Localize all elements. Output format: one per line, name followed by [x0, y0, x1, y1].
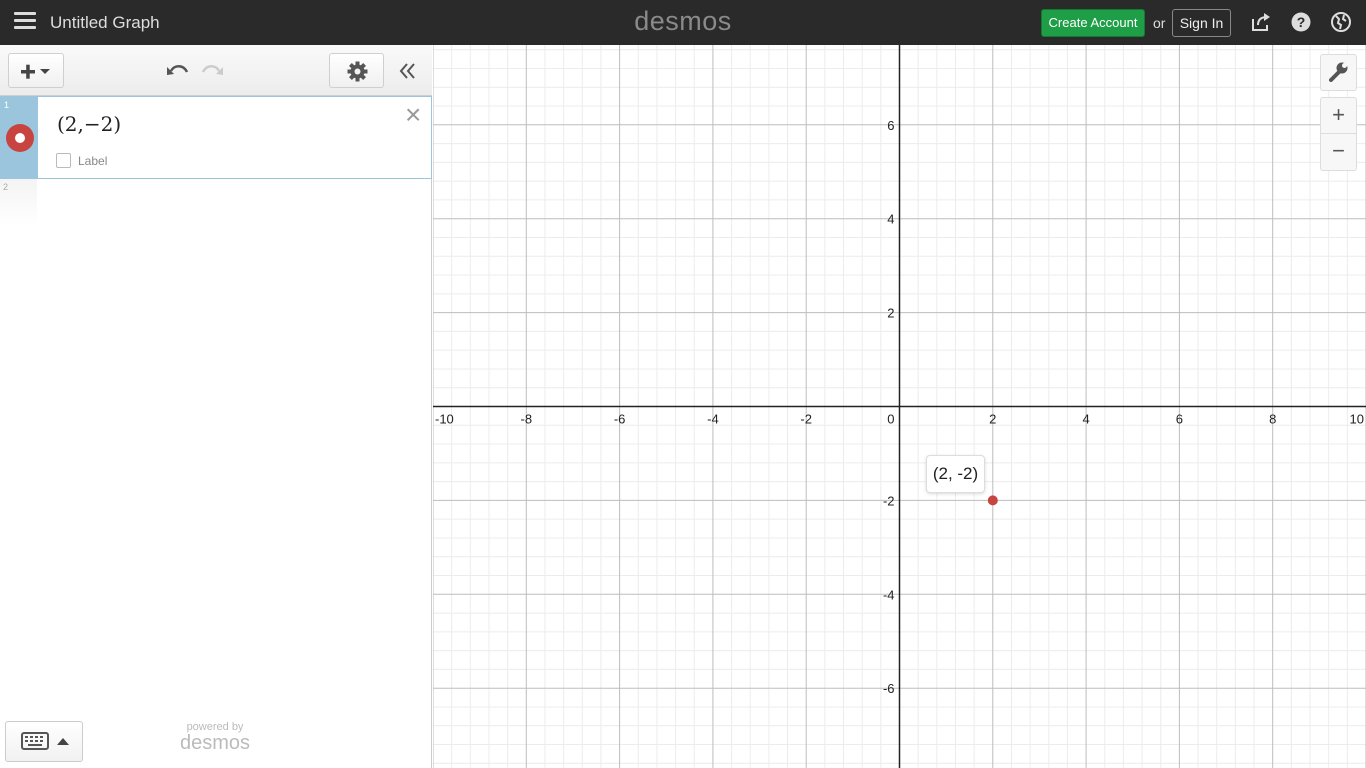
x-tick-label: 8: [1269, 412, 1276, 427]
expression-item[interactable]: 1 (2,−2) × Label: [0, 96, 432, 179]
graph-title[interactable]: Untitled Graph: [50, 13, 160, 33]
chevron-down-icon: [40, 69, 50, 74]
expression-index: 1: [4, 100, 10, 110]
zoom-out-button[interactable]: −: [1320, 134, 1357, 171]
x-tick-label: 2: [989, 412, 996, 427]
top-bar: Untitled Graph desmos Create Account or …: [0, 0, 1366, 45]
settings-button[interactable]: [329, 53, 384, 88]
x-tick-label: -4: [707, 412, 719, 427]
y-tick-label: 4: [887, 212, 894, 227]
empty-expression-item[interactable]: 2: [0, 179, 432, 227]
collapse-icon[interactable]: [398, 61, 418, 81]
expression-panel: 1 (2,−2) × Label 2 powered by desmos: [0, 45, 432, 768]
point-coordinate-label: (2, -2): [926, 455, 985, 493]
sign-in-button[interactable]: Sign In: [1172, 9, 1231, 37]
undo-icon[interactable]: [165, 60, 191, 82]
caret-up-icon: [57, 738, 69, 745]
add-item-button[interactable]: [8, 53, 64, 88]
globe-icon[interactable]: [1330, 11, 1352, 33]
plotted-point: [987, 495, 998, 506]
point-style-icon[interactable]: [6, 124, 34, 152]
y-tick-label: -2: [883, 493, 895, 508]
expression-gutter: 2: [0, 179, 37, 227]
expression-toolbar: [0, 45, 432, 96]
menu-icon[interactable]: [14, 12, 36, 32]
svg-text:?: ?: [1297, 14, 1306, 30]
x-tick-label: -6: [614, 412, 626, 427]
zoom-in-icon: +: [1332, 102, 1345, 127]
expression-gutter: 1: [1, 97, 38, 178]
y-tick-label: -4: [883, 587, 895, 602]
powered-by-desmos[interactable]: powered by desmos: [175, 721, 255, 753]
expression-input[interactable]: (2,−2): [57, 112, 121, 136]
x-tick-label: 0: [887, 412, 894, 427]
or-text: or: [1153, 15, 1166, 31]
graph-settings-button[interactable]: [1320, 54, 1357, 91]
delete-expression-icon[interactable]: ×: [405, 101, 421, 129]
expression-index: 2: [3, 182, 9, 192]
gear-icon: [347, 61, 368, 82]
graph-paper[interactable]: -10 -8 -6 -4 -2 0 2 4 6 8 10 6 4 2 -2 -4 -6: [433, 45, 1366, 768]
keyboard-toggle-button[interactable]: [5, 721, 83, 762]
x-tick-label: 6: [1176, 412, 1183, 427]
redo-icon[interactable]: [199, 60, 225, 82]
x-tick-label: -10: [435, 412, 454, 427]
x-tick-label: -8: [521, 412, 533, 427]
help-icon[interactable]: ?: [1290, 11, 1312, 33]
graph-canvas[interactable]: -10 -8 -6 -4 -2 0 2 4 6 8 10 6 4 2 -2 -4 -6 (2, -2) + −: [433, 45, 1366, 768]
zoom-in-button[interactable]: +: [1320, 97, 1357, 134]
y-tick-label: 2: [887, 306, 894, 321]
zoom-out-icon: −: [1332, 138, 1345, 163]
label-checkbox-text[interactable]: Label: [78, 154, 107, 168]
label-checkbox[interactable]: [56, 153, 71, 168]
x-tick-label: 10: [1350, 412, 1364, 427]
create-account-button[interactable]: Create Account: [1041, 9, 1145, 37]
y-tick-label: -6: [883, 681, 895, 696]
x-tick-label: 4: [1082, 412, 1089, 427]
y-tick-label: 6: [887, 118, 894, 133]
plus-icon: [21, 64, 35, 79]
wrench-icon: [1329, 62, 1348, 82]
keyboard-icon: [21, 732, 49, 750]
share-icon[interactable]: [1250, 11, 1272, 33]
x-tick-label: -2: [800, 412, 812, 427]
